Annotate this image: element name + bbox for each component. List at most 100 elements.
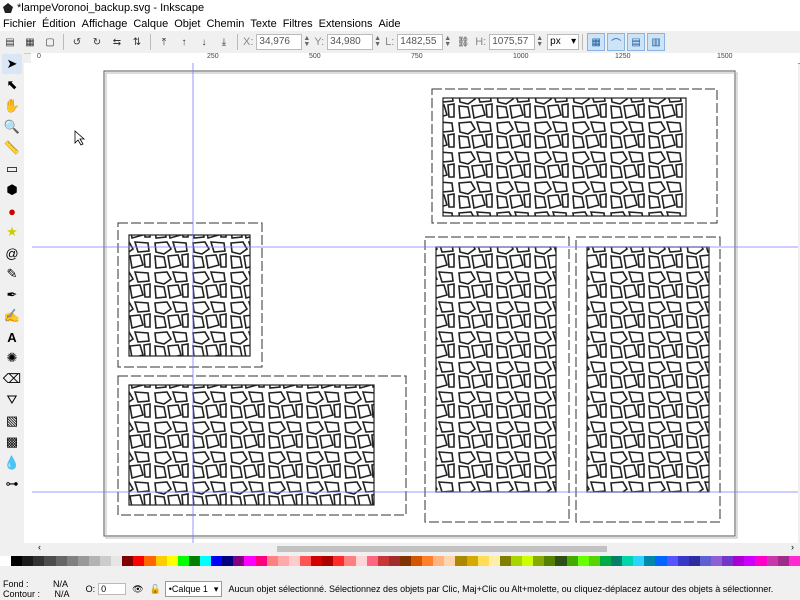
3d-box-tool-icon[interactable]: ⬢ — [2, 180, 22, 200]
eraser-tool-icon[interactable]: ⌫ — [2, 369, 22, 389]
palette-swatch[interactable] — [155, 556, 167, 566]
menu-fichier[interactable]: Fichier — [0, 18, 39, 30]
palette-swatch[interactable] — [199, 556, 212, 566]
palette-swatch[interactable] — [111, 556, 123, 566]
palette-swatch[interactable] — [244, 556, 256, 566]
palette-swatch[interactable] — [44, 556, 56, 566]
palette-swatch[interactable] — [699, 556, 711, 566]
select-all-icon[interactable]: ▤ — [3, 35, 17, 49]
palette-swatch[interactable] — [222, 556, 234, 566]
fill-stroke-indicator[interactable]: Fond : N/A Contour : N/A — [3, 579, 70, 599]
selector-tool-icon[interactable]: ➤ — [2, 54, 22, 74]
x-spinner-icon[interactable]: ▲ ▼ — [303, 35, 310, 48]
palette-swatch[interactable] — [622, 556, 634, 566]
flip-horizontal-icon[interactable]: ⇆ — [110, 35, 124, 49]
palette-swatch[interactable] — [33, 556, 45, 566]
menu-filtres[interactable]: Filtres — [280, 18, 316, 30]
palette-swatch[interactable] — [544, 556, 556, 566]
menu-aide[interactable]: Aide — [375, 18, 403, 30]
palette-swatch[interactable] — [211, 556, 223, 566]
palette-swatch[interactable] — [455, 556, 467, 566]
horizontal-scrollbar[interactable]: ‹ › — [32, 542, 798, 555]
palette-swatch[interactable] — [66, 556, 78, 566]
palette-swatch[interactable] — [322, 556, 334, 566]
palette-swatch[interactable] — [488, 556, 500, 566]
node-tool-icon[interactable]: ⬉ — [2, 75, 22, 95]
panel-tall-middle[interactable] — [424, 236, 570, 523]
select-all-layers-icon[interactable]: ▦ — [23, 35, 37, 49]
palette-swatch[interactable] — [644, 556, 656, 566]
y-input[interactable]: 34,980 — [327, 34, 374, 50]
menu-texte[interactable]: Texte — [247, 18, 279, 30]
scrollbar-thumb[interactable] — [277, 546, 607, 552]
zoom-tool-icon[interactable]: 🔍 — [2, 117, 22, 137]
scale-corners-icon[interactable]: ⌒ — [607, 33, 626, 51]
palette-swatch[interactable] — [733, 556, 745, 566]
palette-swatch[interactable] — [711, 556, 723, 566]
menu-calque[interactable]: Calque — [130, 18, 171, 30]
palette-swatch[interactable] — [0, 556, 12, 566]
palette-swatch[interactable] — [655, 556, 667, 566]
panel-bottom-left[interactable] — [117, 375, 407, 516]
raise-icon[interactable]: ↑ — [177, 35, 191, 49]
rotate-ccw-icon[interactable]: ↺ — [70, 35, 84, 49]
text-tool-icon[interactable]: A — [2, 327, 22, 347]
mesh-tool-icon[interactable]: ▩ — [2, 432, 22, 452]
palette-swatch[interactable] — [511, 556, 523, 566]
palette-swatch[interactable] — [433, 556, 445, 566]
palette-swatch[interactable] — [377, 556, 389, 566]
palette-swatch[interactable] — [333, 556, 345, 566]
star-tool-icon[interactable]: ★ — [2, 222, 22, 242]
palette-swatch[interactable] — [277, 556, 289, 566]
bucket-tool-icon[interactable]: ⛛ — [2, 390, 22, 410]
x-input[interactable]: 34,976 — [256, 34, 303, 50]
rotate-cw-icon[interactable]: ↻ — [90, 35, 104, 49]
drawing-canvas[interactable] — [32, 63, 798, 543]
gradient-tool-icon[interactable]: ▧ — [2, 411, 22, 431]
palette-swatch[interactable] — [266, 556, 278, 566]
palette-swatch[interactable] — [788, 556, 800, 566]
measure-tool-icon[interactable]: 📏 — [2, 138, 22, 158]
palette-swatch[interactable] — [388, 556, 400, 566]
spray-tool-icon[interactable]: ✺ — [2, 348, 22, 368]
palette-swatch[interactable] — [411, 556, 423, 566]
palette-swatch[interactable] — [299, 556, 312, 566]
spiral-tool-icon[interactable]: @ — [2, 243, 22, 263]
lock-ratio-icon[interactable]: ⛓ — [456, 35, 470, 49]
rectangle-tool-icon[interactable]: ▭ — [2, 159, 22, 179]
palette-swatch[interactable] — [533, 556, 545, 566]
palette-swatch[interactable] — [522, 556, 534, 566]
palette-swatch[interactable] — [599, 556, 612, 566]
palette-swatch[interactable] — [144, 556, 156, 566]
palette-swatch[interactable] — [366, 556, 378, 566]
deselect-icon[interactable]: ▢ — [43, 35, 57, 49]
width-input[interactable]: 1482,55 — [397, 34, 444, 50]
ellipse-tool-icon[interactable]: ● — [2, 201, 22, 221]
pencil-tool-icon[interactable]: ✎ — [2, 264, 22, 284]
y-spinner-icon[interactable]: ▲ ▼ — [374, 35, 381, 48]
opacity-input[interactable]: 0 — [98, 583, 127, 595]
palette-swatch[interactable] — [177, 556, 189, 566]
palette-swatch[interactable] — [99, 556, 112, 566]
transform-gradients-icon[interactable]: ▤ — [627, 33, 646, 51]
lower-to-bottom-icon[interactable]: ⤓ — [217, 35, 231, 49]
palette-swatch[interactable] — [233, 556, 245, 566]
palette-swatch[interactable] — [588, 556, 600, 566]
palette-swatch[interactable] — [133, 556, 145, 566]
palette-swatch[interactable] — [288, 556, 300, 566]
palette-swatch[interactable] — [766, 556, 778, 566]
connector-tool-icon[interactable]: ⊶ — [2, 474, 22, 494]
palette-swatch[interactable] — [722, 556, 734, 566]
flip-vertical-icon[interactable]: ⇅ — [130, 35, 144, 49]
palette-swatch[interactable] — [344, 556, 356, 566]
palette-swatch[interactable] — [499, 556, 512, 566]
lock-icon[interactable]: 🔓 — [150, 584, 161, 595]
layer-select[interactable]: •Calque 1 ▾ — [164, 581, 223, 597]
palette-swatch[interactable] — [688, 556, 700, 566]
lower-icon[interactable]: ↓ — [197, 35, 211, 49]
palette-swatch[interactable] — [422, 556, 434, 566]
palette-swatch[interactable] — [22, 556, 34, 566]
calligraphy-tool-icon[interactable]: ✍ — [2, 306, 22, 326]
palette-swatch[interactable] — [77, 556, 89, 566]
palette-swatch[interactable] — [555, 556, 567, 566]
